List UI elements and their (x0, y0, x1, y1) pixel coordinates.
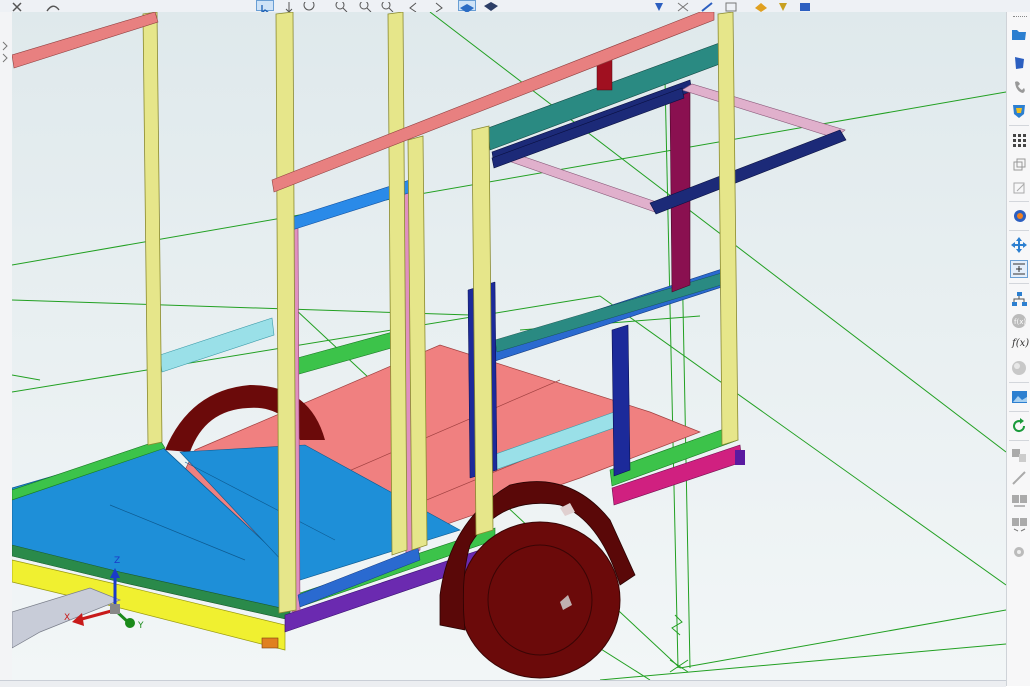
view-cube-icon[interactable] (482, 0, 500, 11)
part-icon[interactable] (1010, 446, 1028, 464)
blue-shield-icon[interactable] (1010, 54, 1028, 72)
layers-icon[interactable] (774, 0, 792, 11)
3d-viewport[interactable]: Z X Y (12, 12, 1006, 680)
merge-icon[interactable] (1010, 515, 1028, 533)
duplicate-icon[interactable] (1010, 156, 1028, 174)
function-icon[interactable]: f(x) (1010, 335, 1029, 353)
axis-z-label: Z (114, 556, 120, 566)
move-icon[interactable] (1010, 236, 1028, 254)
zoom-icon[interactable] (280, 0, 298, 13)
close-icon[interactable] (8, 0, 26, 12)
svg-text:f(x): f(x) (1014, 318, 1026, 326)
window-icon[interactable] (796, 0, 814, 11)
open-folder-icon[interactable] (1010, 25, 1028, 43)
function-circle-icon[interactable]: f(x) (1010, 312, 1028, 330)
phone-icon[interactable] (1010, 78, 1028, 96)
image-icon[interactable] (1010, 388, 1028, 406)
grid-icon[interactable] (1010, 131, 1028, 149)
arrow-left-icon[interactable] (404, 0, 422, 13)
post-blue (611, 324, 631, 477)
align-icon[interactable] (1010, 260, 1028, 278)
measure-icon[interactable] (698, 0, 716, 12)
pin-icon[interactable] (650, 0, 668, 11)
zoom-window-icon[interactable] (378, 0, 396, 13)
axis-y-label: Y (137, 621, 144, 631)
gear-icon[interactable] (1010, 542, 1028, 560)
wand-icon[interactable] (1010, 469, 1028, 487)
select-icon[interactable] (256, 0, 274, 15)
top-rail-salmon-left (12, 12, 159, 69)
copy-icon[interactable] (722, 0, 740, 12)
tools-icon[interactable] (674, 0, 692, 12)
refresh-icon[interactable] (1010, 417, 1028, 435)
right-toolbar: f(x) f(x) (1006, 12, 1030, 686)
redo-icon[interactable] (44, 0, 62, 12)
arrow-right-icon[interactable] (430, 0, 448, 13)
zoom-in-icon[interactable] (332, 0, 350, 13)
shield-badge-icon[interactable] (1010, 102, 1028, 120)
side-rail-cyan (159, 317, 275, 373)
sphere-icon[interactable] (1010, 359, 1028, 377)
paint-icon[interactable] (1010, 207, 1028, 225)
axis-x-label: X (64, 613, 70, 623)
edit-icon[interactable] (1010, 179, 1028, 197)
hierarchy-icon[interactable] (1010, 290, 1028, 308)
rotate-icon[interactable] (300, 0, 318, 11)
split-icon[interactable] (1010, 492, 1028, 510)
lock-icon[interactable] (752, 0, 770, 12)
rack-pink (681, 83, 846, 139)
zoom-out-icon[interactable] (356, 0, 374, 13)
toolbar-grip (1013, 16, 1027, 17)
view-shaded-icon[interactable] (458, 0, 476, 13)
